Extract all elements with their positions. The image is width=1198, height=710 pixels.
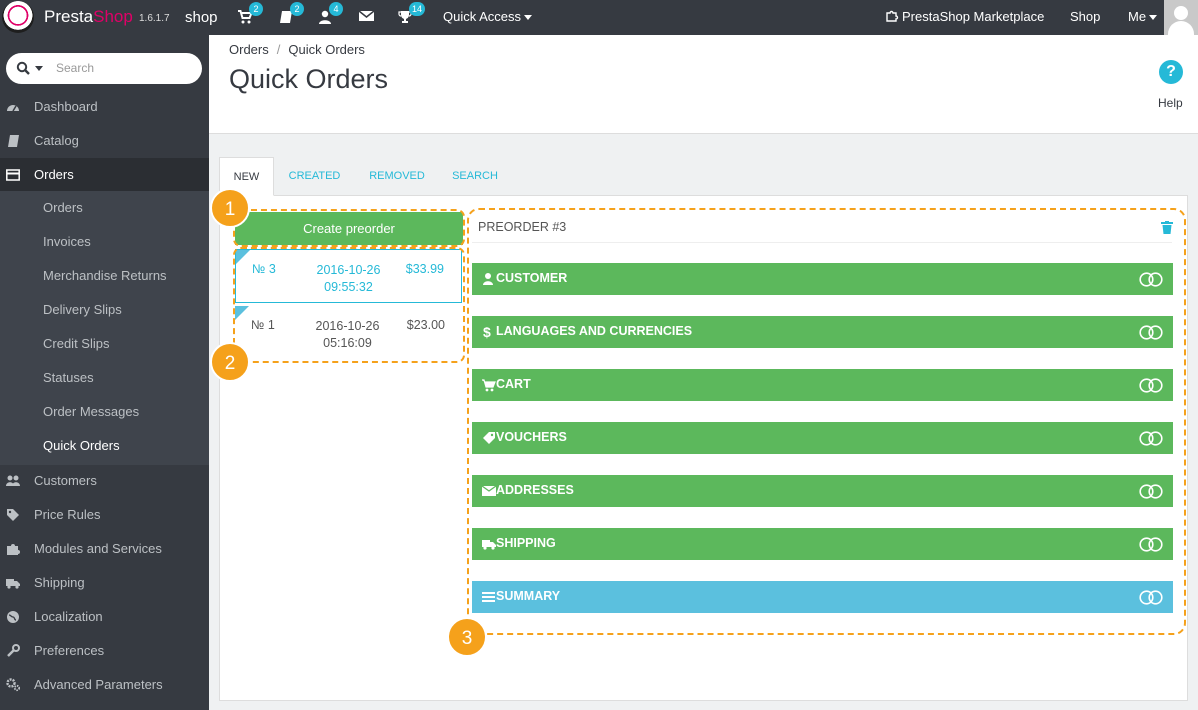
submenu-item-label: Quick Orders xyxy=(43,438,120,453)
version-label: 1.6.1.7 xyxy=(139,13,170,24)
credit-card-icon xyxy=(6,169,20,181)
sidebar-item-label: Orders xyxy=(34,167,74,182)
orders-notification[interactable]: 2 xyxy=(279,2,304,26)
globe-icon xyxy=(7,611,19,623)
puzzle-icon xyxy=(886,10,899,22)
chevron-down-icon xyxy=(524,15,533,21)
sidebar-item-label: Shipping xyxy=(34,575,85,590)
orders-badge: 2 xyxy=(290,2,304,16)
achievements-badge: 14 xyxy=(409,2,426,16)
sidebar-item-label: Dashboard xyxy=(34,99,98,114)
sidebar-item-label: Modules and Services xyxy=(34,541,162,556)
breadcrumb-link-orders[interactable]: Orders xyxy=(229,42,269,57)
sidebar-item-catalog[interactable]: Catalog xyxy=(0,124,209,158)
brand-name[interactable]: PrestaShop xyxy=(44,7,133,27)
brand-name-part-2: Shop xyxy=(93,7,133,26)
users-icon xyxy=(6,475,20,486)
submenu-item-merchandise-returns[interactable]: Merchandise Returns xyxy=(0,259,209,293)
marketplace-link[interactable]: PrestaShop Marketplace xyxy=(886,9,1044,24)
search-box[interactable]: Search xyxy=(6,53,202,84)
user-menu[interactable]: Me xyxy=(1128,9,1158,24)
submenu-item-invoices[interactable]: Invoices xyxy=(0,225,209,259)
book-icon xyxy=(8,135,19,147)
submenu-item-label: Invoices xyxy=(43,234,91,249)
sidebar-item-label: Price Rules xyxy=(34,507,101,522)
wrench-icon xyxy=(7,644,20,657)
breadcrumb: Orders / Quick Orders xyxy=(229,42,365,57)
customers-notification[interactable]: 4 xyxy=(318,2,343,26)
submenu-item-label: Credit Slips xyxy=(43,336,110,351)
envelope-icon xyxy=(358,10,375,21)
sidebar-item-localization[interactable]: Localization xyxy=(0,600,209,634)
shop-name[interactable]: shop xyxy=(185,9,218,26)
sidebar-item-customers[interactable]: Customers xyxy=(0,464,209,498)
submenu-item-label: Merchandise Returns xyxy=(43,268,167,283)
help-label[interactable]: Help xyxy=(1158,96,1183,110)
puzzle-icon xyxy=(7,544,20,555)
avatar[interactable] xyxy=(1164,0,1198,35)
annotation-frame-1 xyxy=(233,209,465,247)
page-title: Quick Orders xyxy=(229,64,389,94)
chevron-down-icon xyxy=(1149,15,1158,21)
dashboard-icon xyxy=(7,105,19,112)
submenu-item-label: Statuses xyxy=(43,370,94,385)
tab-removed[interactable]: REMOVED xyxy=(361,157,433,196)
sidebar-item-label: Catalog xyxy=(34,133,79,148)
tab-created[interactable]: CREATED xyxy=(282,157,347,196)
breadcrumb-current: Quick Orders xyxy=(288,42,365,57)
sidebar-item-label: Preferences xyxy=(34,643,105,658)
achievements-notification[interactable]: 14 xyxy=(398,2,426,26)
shop-link[interactable]: Shop xyxy=(1070,9,1100,24)
quick-access-label: Quick Access xyxy=(443,9,522,24)
truck-icon xyxy=(6,579,20,589)
submenu-item-statuses[interactable]: Statuses xyxy=(0,361,209,395)
annotation-marker-1: 1 xyxy=(210,188,250,228)
user-menu-label: Me xyxy=(1128,9,1147,24)
cogs-icon xyxy=(6,678,20,692)
sidebar-item-modules[interactable]: Modules and Services xyxy=(0,532,209,566)
search-icon xyxy=(16,61,30,75)
sidebar-item-price-rules[interactable]: Price Rules xyxy=(0,498,209,532)
sidebar-item-label: Customers xyxy=(34,473,97,488)
tab-search[interactable]: SEARCH xyxy=(447,157,503,196)
submenu-item-label: Order Messages xyxy=(43,404,140,419)
submenu-item-label: Delivery Slips xyxy=(43,302,122,317)
cart-notification[interactable]: 2 xyxy=(238,2,263,26)
submenu-item-orders[interactable]: Orders xyxy=(0,191,209,225)
avatar-body xyxy=(1168,21,1194,35)
submenu-item-order-messages[interactable]: Order Messages xyxy=(0,395,209,429)
sidebar-item-label: Localization xyxy=(34,609,103,624)
page-header: Orders / Quick Orders Quick Orders ? Help xyxy=(209,35,1198,134)
sidebar-item-preferences[interactable]: Preferences xyxy=(0,634,209,668)
annotation-marker-3: 3 xyxy=(447,617,487,657)
prestashop-logo-icon[interactable] xyxy=(2,1,34,33)
submenu-item-delivery-slips[interactable]: Delivery Slips xyxy=(0,293,209,327)
sidebar-item-label: Advanced Parameters xyxy=(34,677,163,692)
sidebar-item-shipping[interactable]: Shipping xyxy=(0,566,209,600)
annotation-frame-3 xyxy=(467,208,1186,635)
submenu-item-quick-orders[interactable]: Quick Orders xyxy=(0,429,209,463)
help-icon[interactable]: ? xyxy=(1159,60,1183,84)
sidebar-item-dashboard[interactable]: Dashboard xyxy=(0,90,209,124)
messages-notification[interactable] xyxy=(358,10,375,26)
customers-badge: 4 xyxy=(329,2,343,16)
annotation-frame-2 xyxy=(233,247,465,363)
avatar-head xyxy=(1174,6,1188,20)
top-bar: PrestaShop 1.6.1.7 shop 2 2 4 14 Quick A… xyxy=(0,0,1198,35)
sidebar-item-orders[interactable]: Orders xyxy=(0,158,209,192)
quick-access-menu[interactable]: Quick Access xyxy=(443,9,533,24)
annotation-marker-2: 2 xyxy=(210,342,250,382)
sidebar-item-advanced-parameters[interactable]: Advanced Parameters xyxy=(0,668,209,702)
marketplace-label: PrestaShop Marketplace xyxy=(902,9,1045,24)
tags-icon xyxy=(7,509,19,521)
submenu-item-label: Orders xyxy=(43,200,83,215)
submenu-item-credit-slips[interactable]: Credit Slips xyxy=(0,327,209,361)
cart-badge: 2 xyxy=(249,2,263,16)
search-scope-caret-icon[interactable] xyxy=(35,66,43,71)
search-input[interactable]: Search xyxy=(56,61,94,75)
brand-name-part-1: Presta xyxy=(44,7,94,26)
breadcrumb-separator: / xyxy=(276,42,281,57)
